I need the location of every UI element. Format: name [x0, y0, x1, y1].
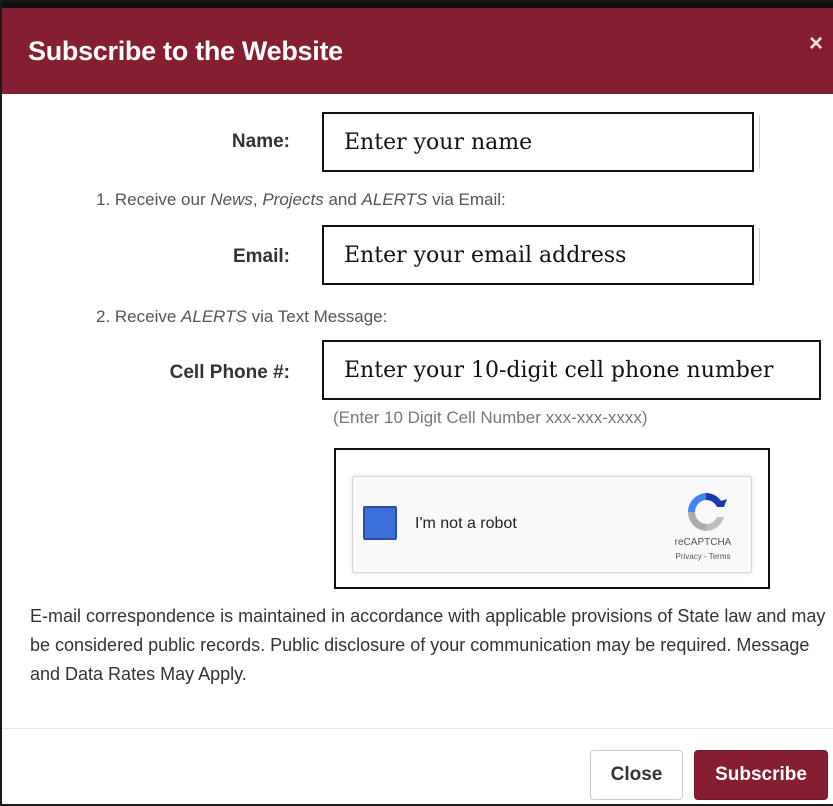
- dialog-title: Subscribe to the Website: [28, 36, 343, 66]
- recaptcha-checkbox[interactable]: [363, 506, 397, 540]
- recaptcha-links[interactable]: Privacy - Terms: [663, 552, 743, 561]
- captcha-frame: I'm not a robot reCAPTCHA Privacy - Term…: [334, 448, 770, 589]
- close-button[interactable]: Close: [590, 750, 683, 800]
- phone-label: Cell Phone #:: [169, 362, 290, 383]
- sms-instruction: 2. Receive ALERTS via Text Message:: [96, 307, 387, 327]
- email-instruction-projects: Projects: [262, 190, 324, 209]
- name-field-edge: [753, 115, 760, 169]
- email-instruction-prefix: 1. Receive our: [96, 190, 211, 209]
- email-field[interactable]: Enter your email address: [322, 225, 754, 285]
- phone-hint: (Enter 10 Digit Cell Number xxx-xxx-xxxx…: [333, 408, 648, 427]
- footer-divider: [2, 728, 833, 729]
- email-instruction-alerts: ALERTS: [361, 190, 428, 209]
- email-label: Email:: [232, 246, 290, 267]
- email-instruction: 1. Receive our News, Projects and ALERTS…: [96, 190, 506, 210]
- sms-instruction-prefix: 2. Receive: [96, 307, 182, 326]
- close-icon[interactable]: ×: [809, 32, 823, 56]
- phone-field[interactable]: Enter your 10-digit cell phone number: [322, 340, 821, 400]
- email-instruction-news: News: [210, 190, 253, 209]
- subscribe-dialog: Subscribe to the Website × Name: Enter y…: [0, 0, 833, 806]
- recaptcha-brand: reCAPTCHA: [674, 537, 732, 548]
- email-instruction-comma: ,: [252, 190, 263, 209]
- sms-instruction-suffix: via Text Message:: [246, 307, 388, 326]
- email-instruction-suffix: via Email:: [427, 190, 506, 209]
- disclaimer-text: E-mail correspondence is maintained in a…: [30, 606, 826, 684]
- name-label: Name:: [231, 131, 290, 152]
- subscribe-button[interactable]: Subscribe: [694, 750, 828, 800]
- recaptcha-label: I'm not a robot: [415, 515, 517, 532]
- name-field[interactable]: Enter your name: [322, 112, 754, 172]
- email-field-edge: [753, 228, 760, 282]
- recaptcha-widget: I'm not a robot reCAPTCHA Privacy - Term…: [352, 476, 752, 573]
- email-instruction-and: and: [323, 190, 362, 209]
- sms-instruction-alerts: ALERTS: [181, 307, 247, 326]
- dialog-header: Subscribe to the Website ×: [2, 2, 833, 94]
- recaptcha-logo-icon: [688, 493, 727, 531]
